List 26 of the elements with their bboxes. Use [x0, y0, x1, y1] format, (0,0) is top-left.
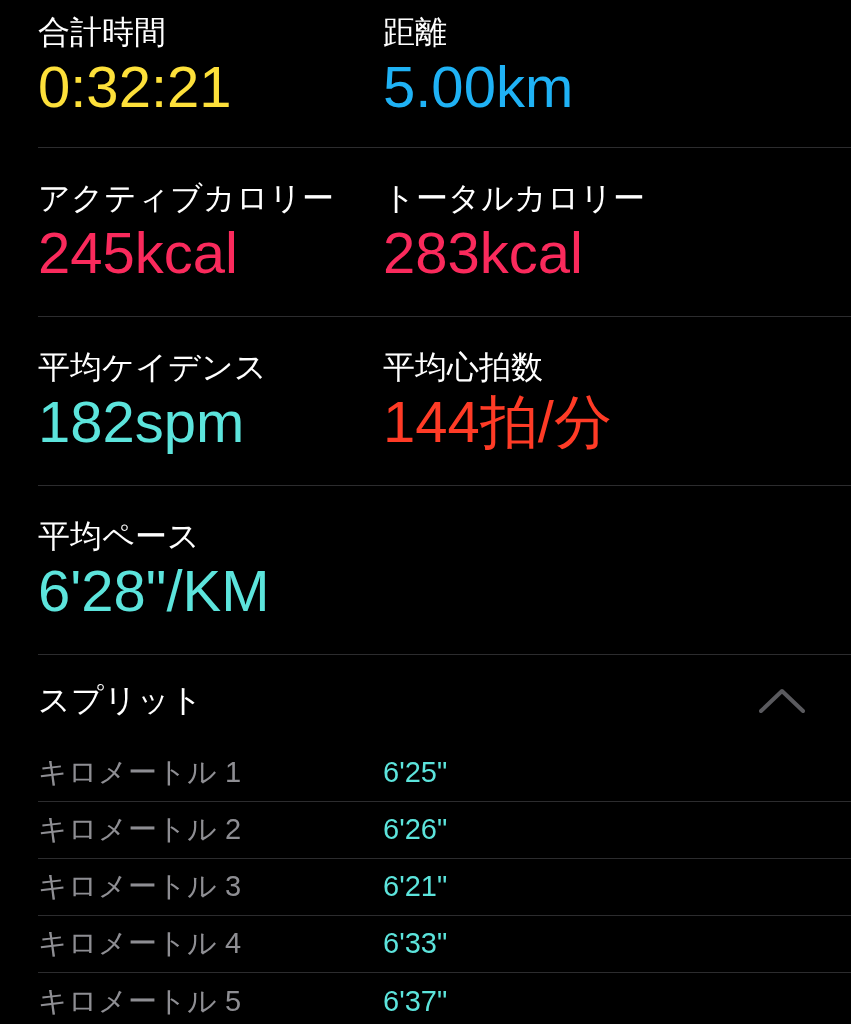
metric-value: 144拍/分 [383, 388, 612, 456]
metric-label: 合計時間 [38, 13, 166, 52]
split-label: キロメートル 1 [38, 755, 243, 791]
metric-label: 平均心拍数 [383, 348, 543, 387]
metric-value: 283kcal [383, 219, 583, 287]
split-label: キロメートル 5 [38, 983, 243, 1019]
split-pace: 6'33" [383, 926, 448, 962]
metric-value: 0:32:21 [38, 53, 232, 121]
split-pace: 6'25" [383, 755, 448, 791]
splits-title: スプリット [38, 681, 203, 720]
metric-label: 平均ケイデンス [38, 348, 267, 387]
split-pace: 6'37" [383, 983, 448, 1019]
split-label: キロメートル 4 [38, 926, 243, 962]
chevron-icon[interactable] [759, 687, 805, 713]
metric-label: 距離 [383, 13, 447, 52]
metric-label: トータルカロリー [383, 179, 645, 218]
metric-label: アクティブカロリー [38, 179, 334, 218]
split-label: キロメートル 2 [38, 812, 243, 848]
split-pace: 6'21" [383, 869, 448, 905]
metric-value: 6'28"/KM [38, 557, 270, 625]
metric-value: 245kcal [38, 219, 238, 287]
metric-value: 5.00km [383, 53, 574, 121]
split-pace: 6'26" [383, 812, 448, 848]
metric-label: 平均ペース [38, 517, 200, 556]
split-label: キロメートル 3 [38, 869, 243, 905]
metric-value: 182spm [38, 388, 245, 456]
